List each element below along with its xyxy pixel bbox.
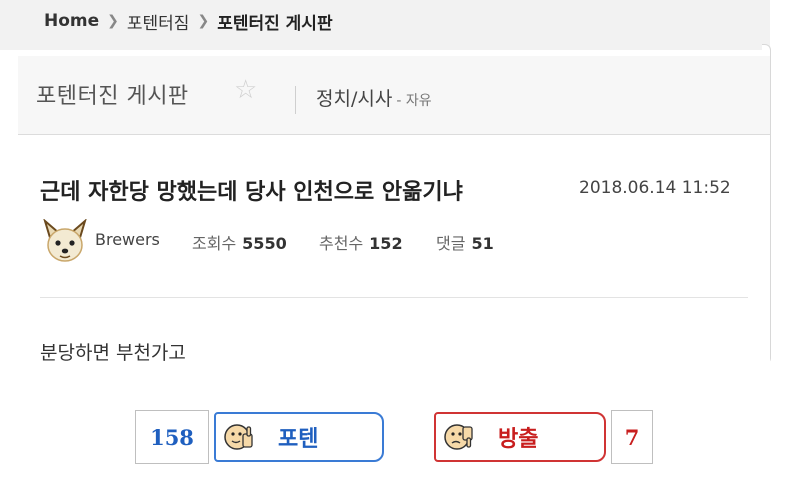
upvote-label: 포텐 bbox=[278, 427, 319, 452]
view-count-value: 5550 bbox=[242, 234, 287, 253]
board-title[interactable]: 포텐터진 게시판 bbox=[36, 78, 189, 110]
board-header: 포텐터진 게시판 ☆ 정치/시사 - 자유 bbox=[18, 56, 770, 135]
thumbs-down-face-icon bbox=[444, 424, 473, 450]
downvote-label: 방출 bbox=[498, 427, 539, 452]
breadcrumb: Home ❯ 포텐터짐 ❯ 포텐터진 게시판 bbox=[44, 9, 333, 34]
comment-count-label: 댓글 bbox=[436, 234, 466, 253]
breadcrumb-current[interactable]: 포텐터진 게시판 bbox=[217, 9, 332, 34]
thumbs-up-face-icon bbox=[224, 424, 253, 450]
downvote-button[interactable]: 방출 bbox=[434, 412, 606, 462]
recommend-count-value: 152 bbox=[369, 234, 403, 253]
divider bbox=[295, 86, 296, 114]
recommend-count-label: 추천수 bbox=[319, 234, 364, 253]
recommend-count: 추천수 152 bbox=[319, 230, 403, 254]
upvote-count: 158 bbox=[135, 410, 209, 464]
chevron-right-icon: ❯ bbox=[107, 13, 119, 29]
star-outline-icon[interactable]: ☆ bbox=[234, 77, 257, 103]
top-bar: Home ❯ 포텐터짐 ❯ 포텐터진 게시판 bbox=[0, 0, 770, 50]
breadcrumb-home-link[interactable]: Home bbox=[44, 11, 99, 31]
post-date: 2018.06.14 11:52 bbox=[579, 178, 731, 198]
post-title: 근데 자한당 망했는데 당사 인천으로 안옮기냐 bbox=[40, 180, 463, 205]
downvote-count: 7 bbox=[611, 410, 653, 464]
breadcrumb-potenteojim-link[interactable]: 포텐터짐 bbox=[127, 9, 190, 34]
author-name[interactable]: Brewers bbox=[95, 230, 160, 249]
post-panel: 포텐터진 게시판 ☆ 정치/시사 - 자유 근데 자한당 망했는데 당사 인천으로… bbox=[18, 56, 770, 483]
chevron-right-icon: ❯ bbox=[197, 13, 210, 29]
view-count-label: 조회수 bbox=[192, 234, 237, 253]
comment-count: 댓글 51 bbox=[436, 230, 494, 254]
upvote-button[interactable]: 포텐 bbox=[214, 412, 384, 462]
comment-count-value: 51 bbox=[471, 234, 494, 253]
category-label: 정치/시사 bbox=[316, 88, 393, 110]
subcategory-label: - 자유 bbox=[396, 93, 432, 109]
post-body: 분당하면 부천가고 bbox=[40, 342, 186, 364]
avatar[interactable] bbox=[43, 219, 87, 265]
divider bbox=[40, 297, 748, 298]
post-category: 정치/시사 - 자유 bbox=[316, 84, 432, 111]
view-count: 조회수 5550 bbox=[192, 230, 287, 254]
